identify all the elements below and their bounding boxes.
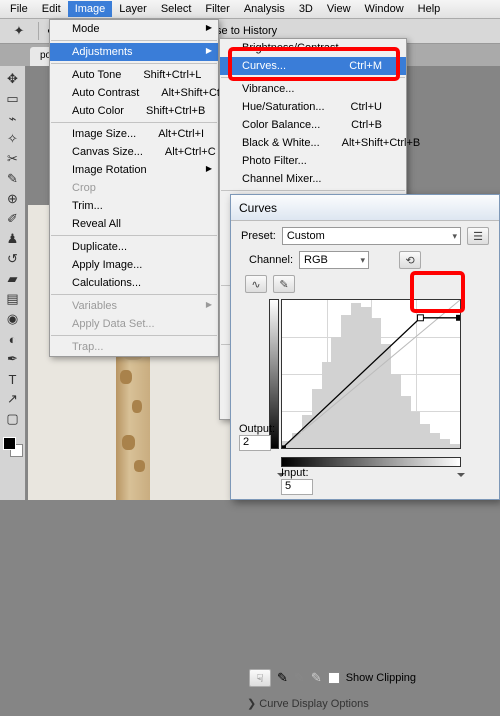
gradient-tool-icon[interactable]: ▤ xyxy=(2,289,24,309)
menubar-item-image[interactable]: Image xyxy=(68,1,113,17)
type-tool-icon[interactable]: T xyxy=(2,369,24,389)
menu-item: Trap... xyxy=(50,338,218,356)
menu-item[interactable]: Hue/Saturation...Ctrl+U xyxy=(220,98,406,116)
menubar-item-layer[interactable]: Layer xyxy=(112,1,154,17)
crop-tool-icon[interactable]: ✂ xyxy=(2,149,24,169)
menu-item[interactable]: Auto ContrastAlt+Shift+Ctrl+L xyxy=(50,84,218,102)
menubar-item-3d[interactable]: 3D xyxy=(292,1,320,17)
menu-item[interactable]: Canvas Size...Alt+Ctrl+C xyxy=(50,143,218,161)
menubar-item-view[interactable]: View xyxy=(320,1,358,17)
pen-tool-icon[interactable]: ✒ xyxy=(2,349,24,369)
menu-item[interactable]: Image Rotation xyxy=(50,161,218,179)
sample-black-icon[interactable]: ✎ xyxy=(277,670,288,686)
preset-dropdown[interactable]: Custom xyxy=(282,227,461,245)
lasso-tool-icon[interactable]: ⌁ xyxy=(2,109,24,129)
menu-item[interactable]: Vibrance... xyxy=(220,80,406,98)
channel-label: Channel: xyxy=(249,254,293,266)
blur-tool-icon[interactable]: ◉ xyxy=(2,309,24,329)
sample-gray-icon[interactable]: ✎ xyxy=(294,670,305,686)
menu-item[interactable]: Auto ToneShift+Ctrl+L xyxy=(50,66,218,84)
menu-item: Apply Data Set... xyxy=(50,315,218,333)
menubar-item-edit[interactable]: Edit xyxy=(35,1,68,17)
auto-button[interactable]: ⟲ xyxy=(399,251,421,269)
history-brush-tool-icon[interactable]: ↺ xyxy=(2,249,24,269)
shape-tool-icon[interactable]: ▢ xyxy=(2,409,24,429)
menu-item[interactable]: Curves...Ctrl+M xyxy=(220,57,406,75)
sample-white-icon[interactable]: ✎ xyxy=(311,670,322,686)
menu-item[interactable]: Image Size...Alt+Ctrl+I xyxy=(50,125,218,143)
menubar-item-filter[interactable]: Filter xyxy=(198,1,236,17)
move-tool-icon[interactable]: ✥ xyxy=(2,69,24,89)
dodge-tool-icon[interactable]: ◐ xyxy=(2,329,24,349)
menu-item[interactable]: Mode xyxy=(50,20,218,38)
curves-graph[interactable]: Output:2 Input:5 xyxy=(269,299,469,479)
display-options-toggle[interactable]: ❯ Curve Display Options xyxy=(247,697,489,710)
menu-item[interactable]: Brightness/Contrast... xyxy=(220,39,406,57)
dialog-titlebar[interactable]: Curves xyxy=(231,195,499,221)
menubar: FileEditImageLayerSelectFilterAnalysis3D… xyxy=(0,0,500,19)
menu-item[interactable]: Color Balance...Ctrl+B xyxy=(220,116,406,134)
input-label: Input: xyxy=(281,467,319,479)
menu-item[interactable]: Black & White...Alt+Shift+Ctrl+B xyxy=(220,134,406,152)
x-gradient-bar xyxy=(281,457,461,467)
image-menu: ModeAdjustmentsAuto ToneShift+Ctrl+LAuto… xyxy=(49,19,219,357)
pencil-draw-icon[interactable]: ✎ xyxy=(273,275,295,293)
channel-dropdown[interactable]: RGB xyxy=(299,251,369,269)
show-clipping-label: Show Clipping xyxy=(346,672,416,684)
eraser-tool-icon[interactable]: ▰ xyxy=(2,269,24,289)
tools-panel: ✥ ▭ ⌁ ✧ ✂ ✎ ⊕ ✐ ♟ ↺ ▰ ▤ ◉ ◐ ✒ T ↗ ▢ xyxy=(0,66,26,500)
curves-dialog: Curves Preset: Custom ☰ Channel: RGB ⟲ ∿ ✎ Ou… xyxy=(230,194,500,500)
color-swatches[interactable] xyxy=(3,437,23,457)
marquee-tool-icon[interactable]: ▭ xyxy=(2,89,24,109)
preset-menu-icon[interactable]: ☰ xyxy=(467,227,489,245)
menu-item: Crop xyxy=(50,179,218,197)
menu-item[interactable]: Photo Filter... xyxy=(220,152,406,170)
wand-tool-icon[interactable]: ✧ xyxy=(2,129,24,149)
menu-item[interactable]: Auto ColorShift+Ctrl+B xyxy=(50,102,218,120)
menubar-item-window[interactable]: Window xyxy=(358,1,411,17)
menubar-item-file[interactable]: File xyxy=(3,1,35,17)
menubar-item-help[interactable]: Help xyxy=(411,1,448,17)
menubar-item-analysis[interactable]: Analysis xyxy=(237,1,292,17)
menu-item[interactable]: Reveal All xyxy=(50,215,218,233)
menu-item[interactable]: Adjustments xyxy=(50,43,218,61)
output-label: Output: xyxy=(239,423,277,435)
menu-item[interactable]: Channel Mixer... xyxy=(220,170,406,188)
output-input[interactable]: 2 xyxy=(239,435,271,451)
stamp-tool-icon[interactable]: ♟ xyxy=(2,229,24,249)
menu-item[interactable]: Calculations... xyxy=(50,274,218,292)
tool-preset-icon[interactable]: ✦ xyxy=(8,21,30,41)
brush-tool-icon[interactable]: ✐ xyxy=(2,209,24,229)
target-adjust-icon[interactable]: ☟ xyxy=(249,669,271,687)
preset-label: Preset: xyxy=(241,230,276,242)
show-clipping-checkbox[interactable] xyxy=(328,672,340,684)
heal-tool-icon[interactable]: ⊕ xyxy=(2,189,24,209)
eyedropper-tool-icon[interactable]: ✎ xyxy=(2,169,24,189)
input-input[interactable]: 5 xyxy=(281,479,313,495)
menubar-item-select[interactable]: Select xyxy=(154,1,199,17)
menu-item[interactable]: Duplicate... xyxy=(50,238,218,256)
path-tool-icon[interactable]: ↗ xyxy=(2,389,24,409)
menu-item: Variables xyxy=(50,297,218,315)
curve-draw-icon[interactable]: ∿ xyxy=(245,275,267,293)
menu-item[interactable]: Trim... xyxy=(50,197,218,215)
menu-item[interactable]: Apply Image... xyxy=(50,256,218,274)
curve-line[interactable] xyxy=(282,300,460,448)
